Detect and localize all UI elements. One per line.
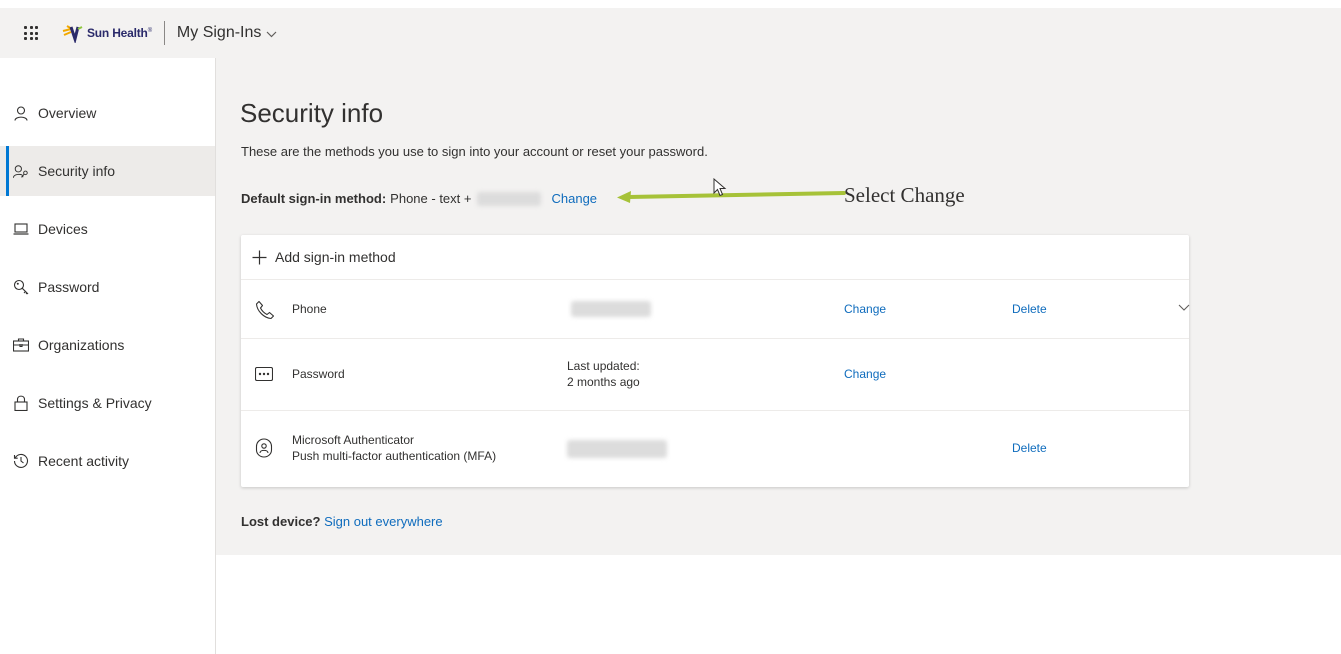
phone-delete-link[interactable]: Delete — [1012, 302, 1047, 316]
method-row-password: Password Last updated: 2 months ago Chan… — [241, 338, 1189, 411]
sidebar-item-recent-activity[interactable]: Recent activity — [0, 436, 215, 486]
password-dots-icon — [255, 367, 273, 381]
phone-change-link[interactable]: Change — [844, 302, 886, 316]
sidebar-item-devices[interactable]: Devices — [0, 204, 215, 254]
phone-icon — [255, 300, 275, 320]
annotation-label: Select Change — [844, 183, 965, 207]
app-launcher-icon[interactable] — [24, 26, 38, 40]
header-divider — [163, 21, 165, 45]
authenticator-delete-link[interactable]: Delete — [1012, 441, 1047, 455]
brand-name: Sun Health® — [87, 26, 152, 40]
sidebar-item-overview[interactable]: Overview — [0, 88, 215, 138]
brand-logo[interactable]: Sun Health® — [62, 21, 152, 45]
mouse-cursor-icon — [713, 178, 727, 197]
lost-device-row: Lost device? Sign out everywhere — [241, 514, 443, 529]
redacted-device-name — [567, 440, 667, 458]
method-name: Password — [292, 367, 345, 381]
sidebar-item-label: Organizations — [38, 337, 125, 353]
default-sign-in-method: Default sign-in method: Phone - text + C… — [241, 191, 597, 206]
sidebar-item-label: Overview — [38, 105, 97, 121]
lost-device-label: Lost device? — [241, 514, 321, 529]
method-row-authenticator: Microsoft Authenticator Push multi-facto… — [241, 410, 1189, 488]
method-name: Phone — [292, 302, 327, 316]
authenticator-icon — [255, 438, 273, 458]
briefcase-icon — [13, 337, 29, 353]
plus-icon — [252, 250, 267, 264]
add-sign-in-method-label: Add sign-in method — [275, 249, 396, 265]
sidebar-item-label: Recent activity — [38, 453, 130, 469]
person-icon — [13, 105, 29, 121]
history-icon — [13, 453, 29, 469]
sidebar-nav: Overview Security info Devices Password … — [0, 58, 216, 654]
annotation-arrow-icon — [617, 191, 846, 203]
app-title: My Sign-Ins — [176, 24, 262, 41]
sidebar-item-label: Settings & Privacy — [38, 395, 152, 411]
password-change-link[interactable]: Change — [844, 367, 886, 381]
laptop-icon — [13, 221, 29, 237]
password-last-updated-value: 2 months ago — [567, 375, 640, 389]
chevron-down-icon[interactable] — [1178, 304, 1190, 312]
default-method-change-link[interactable]: Change — [551, 191, 597, 206]
lock-icon — [13, 395, 29, 411]
sidebar-item-organizations[interactable]: Organizations — [0, 320, 215, 370]
sun-logo-icon — [62, 25, 83, 43]
person-key-icon — [13, 163, 29, 179]
redacted-phone-detail — [571, 301, 651, 317]
default-method-label: Default sign-in method: — [241, 191, 387, 206]
key-icon — [13, 279, 29, 295]
sidebar-item-password[interactable]: Password — [0, 262, 215, 312]
sidebar-item-security-info[interactable]: Security info — [0, 146, 215, 196]
security-methods-card: Add sign-in method Phone Change Delete P… — [241, 235, 1190, 488]
top-header: Sun Health® My Sign-Ins — [0, 8, 1341, 58]
authenticator-name: Microsoft Authenticator — [292, 433, 415, 447]
sidebar-item-settings-privacy[interactable]: Settings & Privacy — [0, 378, 215, 428]
method-row-phone: Phone Change Delete — [241, 279, 1190, 339]
sidebar-item-label: Security info — [38, 163, 116, 179]
page-title: Security info — [240, 98, 384, 128]
sidebar-item-label: Devices — [38, 221, 88, 237]
chevron-down-icon — [266, 31, 277, 37]
add-sign-in-method-button[interactable]: Add sign-in method — [241, 235, 1189, 279]
app-title-menu[interactable]: My Sign-Ins — [177, 24, 277, 42]
redacted-phone-number — [477, 191, 542, 206]
default-method-value: Phone - text + — [390, 191, 472, 206]
password-last-updated-label: Last updated: — [567, 359, 640, 373]
sidebar-item-label: Password — [38, 279, 100, 295]
authenticator-description: Push multi-factor authentication (MFA) — [292, 449, 497, 463]
main-content: Security info These are the methods you … — [216, 58, 1341, 555]
sign-out-everywhere-link[interactable]: Sign out everywhere — [324, 514, 443, 529]
page-subtitle: These are the methods you use to sign in… — [241, 144, 708, 159]
